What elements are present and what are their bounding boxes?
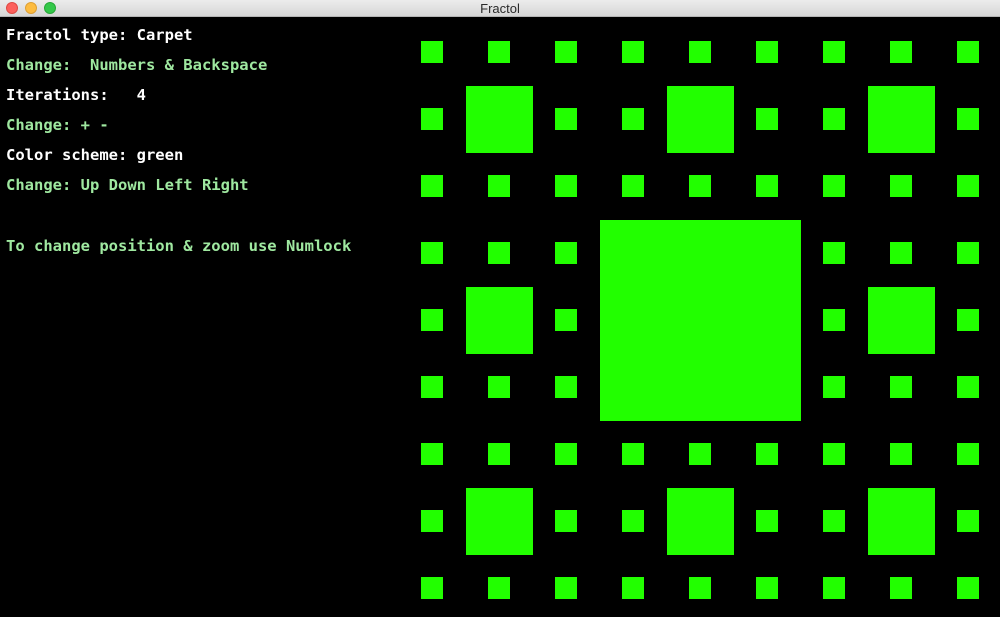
carpet-small-square (421, 108, 443, 130)
carpet-small-square (555, 108, 577, 130)
carpet-small-square (421, 376, 443, 398)
carpet-small-square (823, 376, 845, 398)
iterations-label: Iterations: 4 (6, 86, 146, 104)
carpet-small-square (957, 108, 979, 130)
carpet-medium-square (466, 287, 533, 354)
carpet-small-square (555, 510, 577, 532)
carpet-small-square (957, 41, 979, 63)
color-scheme-label: Color scheme: green (6, 146, 184, 164)
carpet-small-square (823, 309, 845, 331)
carpet-small-square (689, 443, 711, 465)
carpet-small-square (890, 376, 912, 398)
carpet-small-square (756, 510, 778, 532)
carpet-medium-square (667, 86, 734, 153)
carpet-small-square (622, 175, 644, 197)
carpet-medium-square (868, 287, 935, 354)
carpet-small-square (756, 443, 778, 465)
carpet-small-square (890, 242, 912, 264)
carpet-small-square (957, 175, 979, 197)
carpet-small-square (622, 108, 644, 130)
carpet-small-square (823, 108, 845, 130)
carpet-small-square (488, 577, 510, 599)
carpet-small-square (555, 41, 577, 63)
carpet-small-square (890, 577, 912, 599)
carpet-center-square (600, 220, 801, 421)
carpet-small-square (555, 443, 577, 465)
carpet-small-square (890, 443, 912, 465)
carpet-medium-square (466, 86, 533, 153)
render-canvas[interactable]: Fractol type: Carpet Change: Numbers & B… (0, 17, 1000, 617)
carpet-small-square (622, 41, 644, 63)
carpet-small-square (488, 443, 510, 465)
carpet-small-square (756, 41, 778, 63)
carpet-small-square (957, 510, 979, 532)
carpet-small-square (421, 41, 443, 63)
carpet-small-square (421, 309, 443, 331)
carpet-small-square (689, 577, 711, 599)
carpet-small-square (890, 41, 912, 63)
carpet-small-square (823, 175, 845, 197)
carpet-small-square (421, 175, 443, 197)
carpet-small-square (421, 577, 443, 599)
carpet-small-square (488, 175, 510, 197)
fractal-carpet (421, 41, 979, 599)
fractal-type-label: Fractol type: Carpet (6, 26, 193, 44)
carpet-small-square (689, 41, 711, 63)
carpet-small-square (555, 242, 577, 264)
carpet-medium-square (868, 488, 935, 555)
carpet-small-square (957, 577, 979, 599)
carpet-small-square (756, 108, 778, 130)
fractol-window: Fractol Fractol type: Carpet Change: Num… (0, 0, 1000, 617)
carpet-small-square (555, 309, 577, 331)
carpet-small-square (421, 242, 443, 264)
carpet-small-square (823, 577, 845, 599)
title-bar[interactable]: Fractol (0, 0, 1000, 17)
carpet-small-square (488, 376, 510, 398)
carpet-small-square (555, 175, 577, 197)
carpet-small-square (957, 376, 979, 398)
carpet-small-square (421, 443, 443, 465)
carpet-small-square (756, 175, 778, 197)
iterations-change-hint: Change: + - (6, 116, 109, 134)
carpet-small-square (957, 443, 979, 465)
carpet-small-square (555, 376, 577, 398)
carpet-small-square (823, 510, 845, 532)
color-change-hint: Change: Up Down Left Right (6, 176, 249, 194)
carpet-small-square (689, 175, 711, 197)
carpet-small-square (488, 41, 510, 63)
carpet-small-square (622, 443, 644, 465)
carpet-small-square (622, 577, 644, 599)
carpet-small-square (823, 443, 845, 465)
fractal-change-hint: Change: Numbers & Backspace (6, 56, 268, 74)
carpet-small-square (555, 577, 577, 599)
carpet-small-square (488, 242, 510, 264)
window-title: Fractol (480, 1, 520, 16)
carpet-small-square (421, 510, 443, 532)
carpet-medium-square (667, 488, 734, 555)
navigation-hint: To change position & zoom use Numlock (6, 237, 352, 255)
carpet-small-square (890, 175, 912, 197)
carpet-small-square (622, 510, 644, 532)
carpet-small-square (957, 242, 979, 264)
carpet-medium-square (868, 86, 935, 153)
carpet-medium-square (466, 488, 533, 555)
carpet-small-square (823, 41, 845, 63)
carpet-small-square (756, 577, 778, 599)
carpet-small-square (957, 309, 979, 331)
carpet-small-square (823, 242, 845, 264)
